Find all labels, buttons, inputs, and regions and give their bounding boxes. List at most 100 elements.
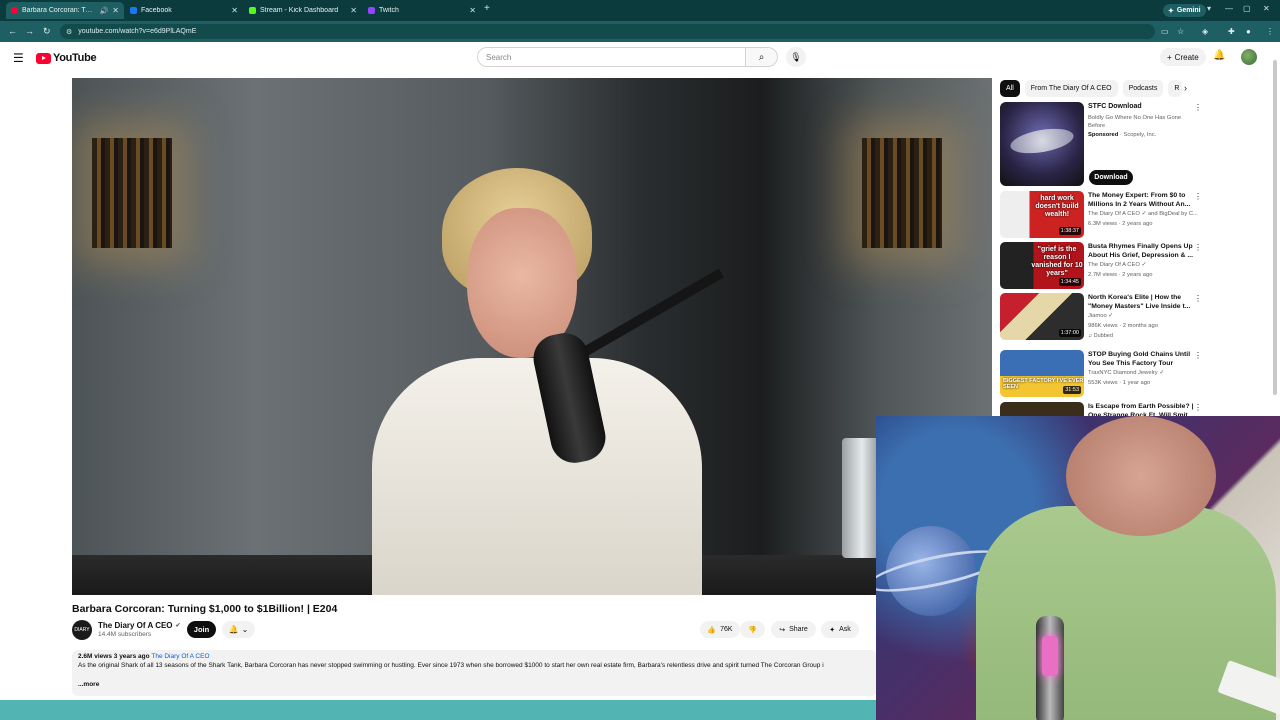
like-count: 76K [720,626,733,633]
sponsored-label: Sponsored [1088,132,1119,138]
video-thumbnail[interactable]: hard work doesn't build wealth! 1:38:37 [1000,191,1084,238]
list-item[interactable]: hard work doesn't build wealth! 1:38:37 … [1000,191,1202,238]
bell-icon[interactable]: 🔔 [1213,50,1225,61]
video-thumbnail[interactable]: BIGGEST FACTORY I'VE EVER SEEN 31:53 [1000,350,1084,397]
dubbed-badge: ♫ Dubbed [1088,333,1113,339]
list-item[interactable]: "grief is the reason I vanished for 10 y… [1000,242,1202,289]
video-thumbnail[interactable] [1000,402,1084,416]
list-item[interactable]: 1:37:00 North Korea's Elite | How the "M… [1000,293,1202,343]
youtube-favicon-icon [11,7,18,14]
chevron-right-icon[interactable]: › [1184,83,1187,93]
account-avatar[interactable] [1241,49,1257,65]
back-icon[interactable]: ← [8,26,17,36]
chip-from-channel[interactable]: From The Diary Of A CEO [1024,80,1118,97]
list-item[interactable]: BIGGEST FACTORY I'VE EVER SEEN 31:53 STO… [1000,350,1202,397]
like-button[interactable]: 👍 76K [700,621,740,638]
more-link[interactable]: ...more [78,681,871,688]
screen: Barbara Corcoran: Turning 🔊 ✕ Facebook ✕… [0,0,1280,720]
chip-label: R [1174,85,1180,92]
chip-all[interactable]: All [1000,80,1020,97]
more-options-icon[interactable]: ⋮ [1194,351,1202,360]
ad-more-options-icon[interactable]: ⋮ [1194,103,1202,112]
forward-icon[interactable]: → [25,26,34,36]
download-button[interactable]: Download [1089,170,1133,185]
advertiser-name: · Scopely, Inc. [1119,132,1157,138]
chip-partial[interactable]: R [1168,80,1183,97]
site-info-icon[interactable]: ⚙ [66,28,72,36]
ad-sponsored-line: Sponsored · Scopely, Inc. [1088,132,1156,138]
ad-title[interactable]: STFC Download [1088,103,1142,110]
browser-menu-icon[interactable]: ⋮ [1266,27,1274,36]
more-options-icon[interactable]: ⋮ [1194,243,1202,252]
close-tab-icon[interactable]: ✕ [231,6,238,15]
address-bar[interactable]: ⚙ youtube.com/watch?v=e6d9PlLAQmE [60,24,1155,39]
kick-favicon-icon [249,7,256,14]
webcam-overlay [876,416,1280,720]
tab-search-icon[interactable]: ▾ [1207,4,1211,13]
hamburger-icon[interactable]: ☰ [13,51,24,65]
ask-button[interactable]: ✦ Ask [821,621,859,638]
starship-image [1008,124,1076,158]
dislike-button[interactable]: 👎 [740,621,765,638]
video-title: Is Escape from Earth Possible? | One Str… [1088,403,1194,416]
more-options-icon[interactable]: ⋮ [1194,192,1202,201]
search-button[interactable]: ⌕ [746,47,778,67]
close-tab-icon[interactable]: ✕ [469,6,476,15]
tab-twitch[interactable]: Twitch ✕ [363,2,481,19]
tab-title: Stream - Kick Dashboard [260,7,339,14]
wall-lamp-left [92,138,172,248]
list-item[interactable]: Is Escape from Earth Possible? | One Str… [1000,402,1200,416]
tab-youtube[interactable]: Barbara Corcoran: Turning 🔊 ✕ [6,2,124,19]
extension-icon[interactable]: ◈ [1202,27,1208,36]
voice-search-button[interactable]: 🎙 [786,47,806,67]
channel-name: The Diary Of A CEO [98,621,173,630]
views-date-line: 2.6M views 3 years ago The Diary Of A CE… [78,653,871,660]
tab-facebook[interactable]: Facebook ✕ [125,2,243,19]
maximize-icon[interactable]: ▢ [1243,4,1251,13]
more-options-icon[interactable]: ⋮ [1194,403,1200,412]
ad-thumbnail[interactable] [1000,102,1084,186]
close-tab-icon[interactable]: ✕ [112,6,119,15]
audio-playing-icon[interactable]: 🔊 [100,7,109,15]
close-tab-icon[interactable]: ✕ [350,6,357,15]
chip-label: All [1006,85,1014,92]
ask-label: Ask [839,626,851,633]
join-button[interactable]: Join [187,621,216,638]
video-player[interactable] [72,78,992,595]
description-tag[interactable]: The Diary Of A CEO [151,653,209,660]
duration-badge: 1:34:45 [1058,278,1081,286]
video-stats: 986K views · 2 months ago [1088,323,1158,329]
profile-icon[interactable]: ● [1246,27,1251,36]
tab-kick[interactable]: Stream - Kick Dashboard ✕ [244,2,362,19]
extensions-puzzle-icon[interactable]: ✚ [1228,27,1235,36]
video-thumbnail[interactable]: "grief is the reason I vanished for 10 y… [1000,242,1084,289]
share-icon: ↪ [779,626,786,634]
channel-avatar[interactable]: DIARY [72,620,92,640]
subscribed-notifications-button[interactable]: 🔔 ⌄ [222,621,255,638]
bookmark-star-icon[interactable]: ☆ [1177,27,1184,36]
youtube-logo[interactable]: YouTube [36,52,97,64]
page-scrollbar[interactable] [1273,60,1277,395]
streamer-head [1066,416,1216,536]
create-button[interactable]: + Create [1160,48,1206,66]
cast-icon[interactable]: ▭ [1161,27,1169,36]
channel-name-link[interactable]: The Diary Of A CEO ✔ [98,621,181,630]
thumbnail-text: hard work doesn't build wealth! [1035,195,1079,218]
close-window-icon[interactable]: ✕ [1263,4,1270,13]
share-button[interactable]: ↪ Share [771,621,816,638]
chip-podcasts[interactable]: Podcasts [1122,80,1164,97]
create-label: Create [1174,52,1199,62]
gemini-button[interactable]: ✦ Gemini [1163,4,1206,17]
verified-icon: ✔ [175,623,181,629]
video-thumbnail[interactable]: 1:37:00 [1000,293,1084,340]
video-title: Barbara Corcoran: Turning $1,000 to $1Bi… [72,603,338,615]
more-options-icon[interactable]: ⋮ [1194,294,1202,303]
twitch-favicon-icon [368,7,375,14]
minimize-icon[interactable]: — [1225,4,1233,13]
new-tab-icon[interactable]: + [484,3,490,14]
gemini-label: Gemini [1176,7,1201,14]
dubbed-label: Dubbed [1093,333,1113,339]
reload-icon[interactable]: ↻ [43,26,51,37]
description-box[interactable]: 2.6M views 3 years ago The Diary Of A CE… [72,650,877,696]
search-input[interactable]: Search [477,47,746,67]
